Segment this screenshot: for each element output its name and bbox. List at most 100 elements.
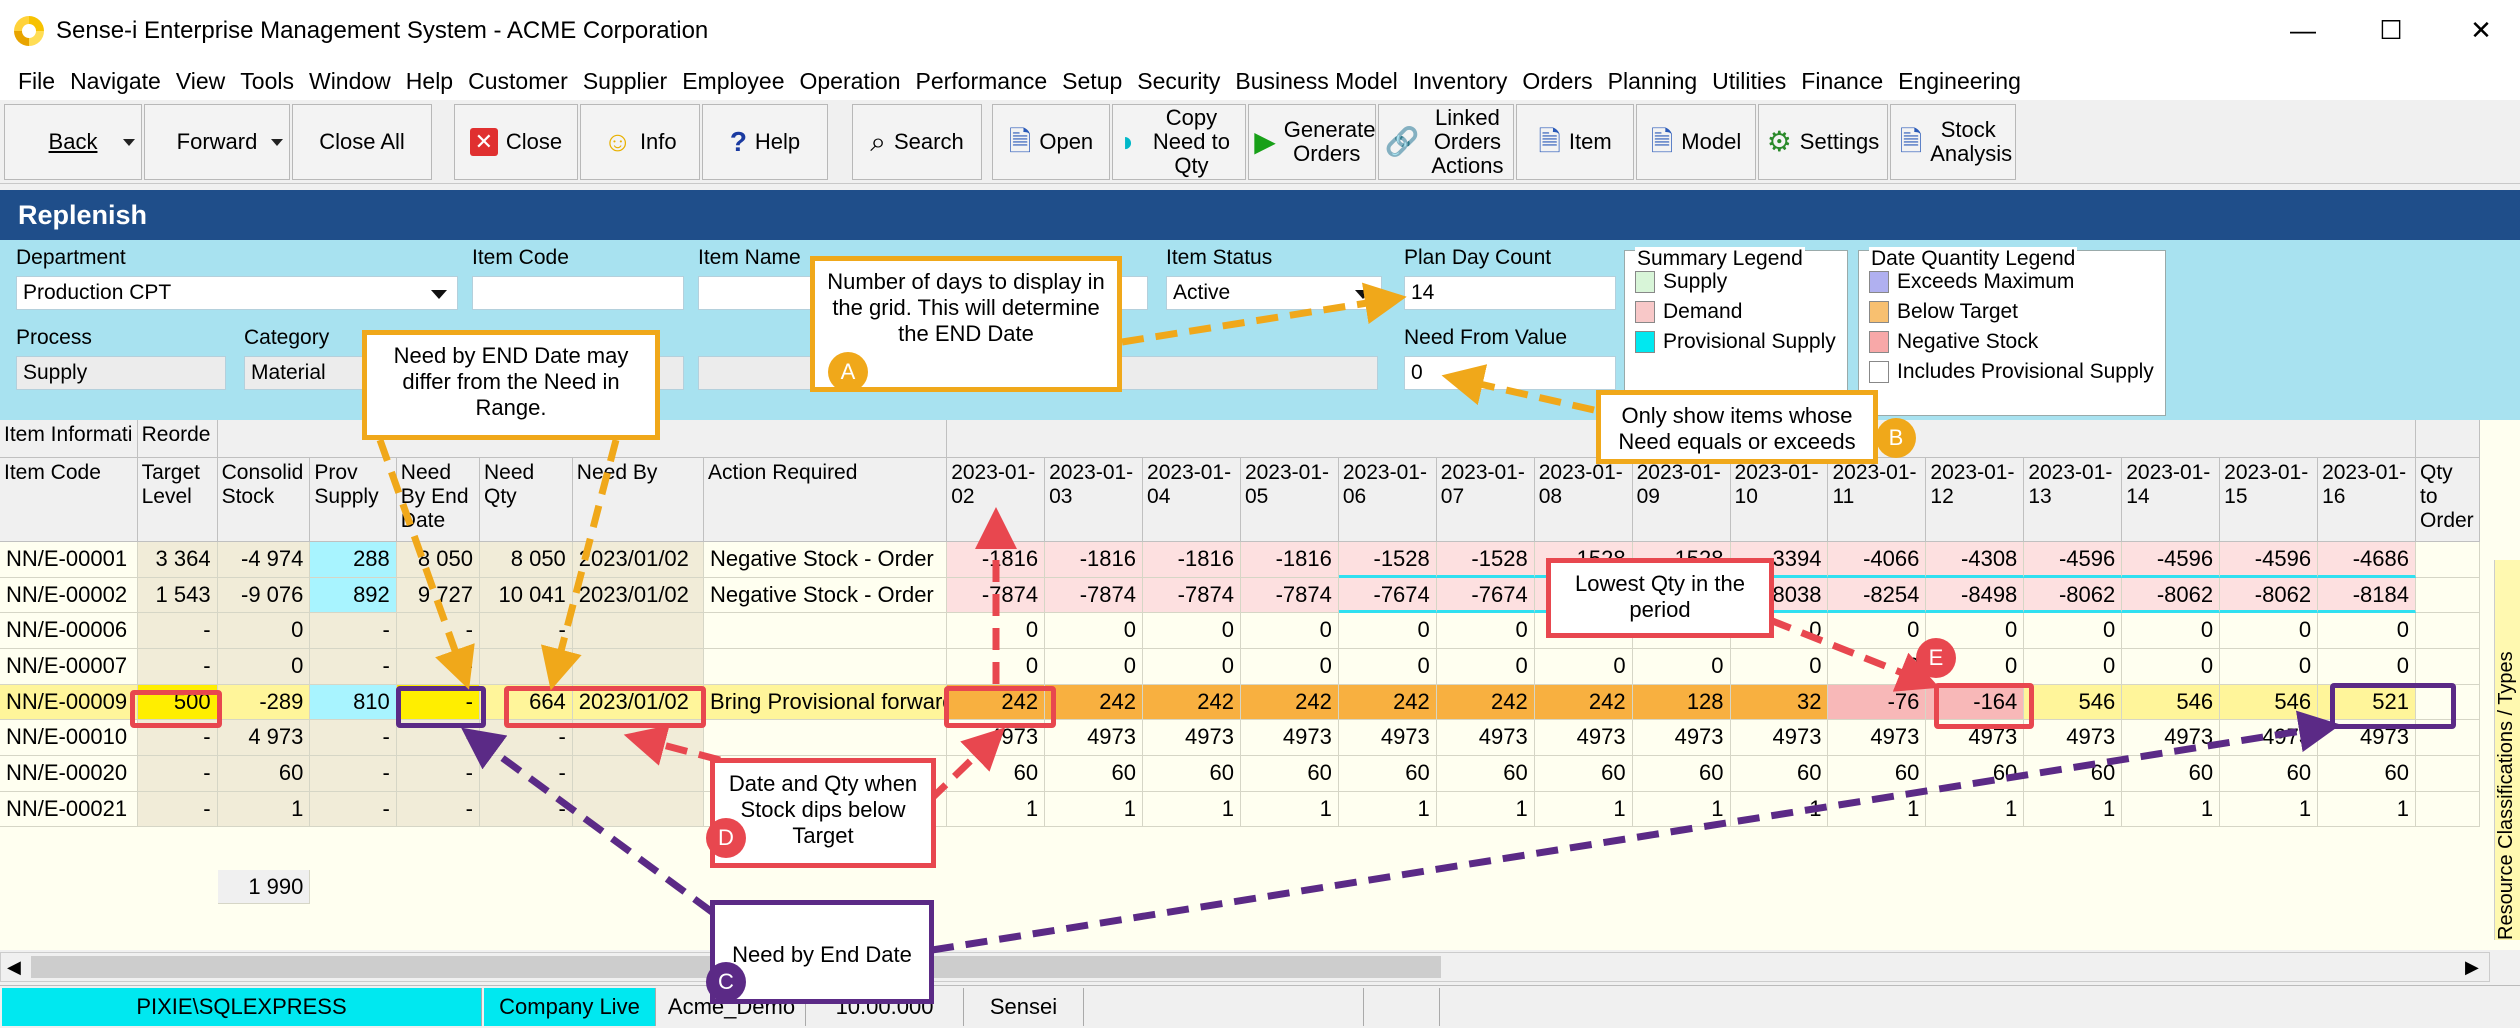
cell-need_by[interactable]: 2023/01/02: [572, 577, 704, 614]
col-header-action[interactable]: Action Required: [704, 458, 948, 542]
cell-need_end[interactable]: -: [396, 649, 480, 685]
cell-day-qty[interactable]: 60: [2122, 756, 2221, 792]
cell-action[interactable]: Bring Provisional forward: [704, 684, 948, 721]
cell-day-qty[interactable]: -8062: [2122, 577, 2221, 614]
menu-item-inventory[interactable]: Inventory: [1409, 68, 1519, 95]
col-header-date[interactable]: 2023-01-13: [2024, 458, 2123, 542]
menu-item-customer[interactable]: Customer: [464, 68, 579, 95]
cell-day-qty[interactable]: 0: [2024, 649, 2123, 685]
cell-day-qty[interactable]: 1: [1338, 791, 1437, 828]
cell-day-qty[interactable]: 60: [1338, 756, 1437, 792]
cell-day-qty[interactable]: 1: [1045, 791, 1144, 828]
cell-day-qty[interactable]: 4973: [1730, 720, 1829, 757]
cell-need_by[interactable]: 2023/01/02: [572, 542, 704, 578]
scroll-right-icon[interactable]: ▶: [2465, 957, 2479, 978]
col-header-date[interactable]: 2023-01-12: [1926, 458, 2025, 542]
cell-item_code[interactable]: NN/E-00010: [0, 720, 138, 757]
cell-day-qty[interactable]: 0: [1143, 649, 1241, 685]
cell-day-qty[interactable]: 0: [1534, 649, 1633, 685]
cell-need_end[interactable]: -: [396, 756, 480, 792]
cell-day-qty[interactable]: 242: [1534, 684, 1633, 721]
col-header-date[interactable]: 2023-01-16: [2318, 458, 2416, 542]
cell-day-qty[interactable]: 0: [1436, 613, 1535, 650]
cell-day-qty[interactable]: -1816: [947, 542, 1046, 578]
back-button[interactable]: Back: [4, 104, 142, 180]
cell-qty-to-order[interactable]: [2416, 756, 2480, 792]
cell-qty-to-order[interactable]: [2416, 791, 2480, 828]
menu-item-file[interactable]: File: [14, 68, 66, 95]
cell-day-qty[interactable]: 1: [1240, 791, 1339, 828]
cell-day-qty[interactable]: 32: [1730, 684, 1829, 721]
back-dropdown-icon[interactable]: [123, 139, 135, 146]
cell-day-qty[interactable]: -7674: [1338, 577, 1437, 614]
item-button[interactable]: 🗎 Item: [1516, 104, 1634, 180]
minimize-button[interactable]: —: [2268, 10, 2338, 50]
cell-prov[interactable]: -: [310, 756, 397, 792]
menu-item-planning[interactable]: Planning: [1604, 68, 1709, 95]
cell-day-qty[interactable]: 60: [1632, 756, 1731, 792]
col-header-date[interactable]: 2023-01-05: [1240, 458, 1339, 542]
cell-day-qty[interactable]: -1816: [1240, 542, 1339, 578]
cell-day-qty[interactable]: 0: [1436, 649, 1535, 685]
col-header-consol[interactable]: Consolid Stock: [217, 458, 311, 542]
cell-need_by[interactable]: [572, 649, 704, 685]
col-header-date[interactable]: 2023-01-02: [947, 458, 1046, 542]
cell-day-qty[interactable]: 546: [2122, 684, 2221, 721]
cell-day-qty[interactable]: -7874: [1240, 577, 1339, 614]
cell-day-qty[interactable]: -7874: [1045, 577, 1144, 614]
cell-item_code[interactable]: NN/E-00006: [0, 613, 138, 650]
menu-item-performance[interactable]: Performance: [912, 68, 1059, 95]
cell-day-qty[interactable]: 0: [2122, 613, 2221, 650]
cell-day-qty[interactable]: 128: [1632, 684, 1731, 721]
cell-target[interactable]: -: [137, 791, 218, 828]
cell-action[interactable]: [704, 613, 948, 650]
cell-target[interactable]: -: [137, 756, 218, 792]
menu-item-window[interactable]: Window: [305, 68, 402, 95]
cell-item_code[interactable]: NN/E-00001: [0, 542, 138, 578]
col-header-prov[interactable]: Prov Supply: [310, 458, 397, 542]
cell-day-qty[interactable]: 1: [947, 791, 1046, 828]
menu-item-help[interactable]: Help: [402, 68, 464, 95]
cell-item_code[interactable]: NN/E-00020: [0, 756, 138, 792]
cell-day-qty[interactable]: 60: [1436, 756, 1535, 792]
cell-day-qty[interactable]: -8498: [1926, 577, 2025, 614]
process-input[interactable]: Supply: [16, 356, 226, 390]
cell-day-qty[interactable]: 1: [1730, 791, 1829, 828]
cell-consol[interactable]: -9 076: [217, 577, 311, 614]
cell-day-qty[interactable]: 1: [1632, 791, 1731, 828]
menu-item-engineering[interactable]: Engineering: [1894, 68, 2032, 95]
cell-day-qty[interactable]: 0: [1045, 613, 1144, 650]
menu-item-business-model[interactable]: Business Model: [1231, 68, 1408, 95]
menu-item-view[interactable]: View: [172, 68, 236, 95]
col-header-target[interactable]: Target Level: [137, 458, 218, 542]
cell-need_qty[interactable]: -: [480, 756, 573, 792]
cell-need_by[interactable]: [572, 791, 704, 828]
menu-item-navigate[interactable]: Navigate: [66, 68, 172, 95]
col-header-date[interactable]: 2023-01-11: [1828, 458, 1927, 542]
col-header-qty-to-order[interactable]: Qty to Order: [2416, 458, 2480, 542]
menu-item-utilities[interactable]: Utilities: [1708, 68, 1797, 95]
cell-day-qty[interactable]: -7674: [1436, 577, 1535, 614]
cell-day-qty[interactable]: 0: [1045, 649, 1144, 685]
cell-day-qty[interactable]: 0: [1632, 649, 1731, 685]
col-header-date[interactable]: 2023-01-09: [1632, 458, 1731, 542]
cell-day-qty[interactable]: 4973: [1632, 720, 1731, 757]
col-header-date[interactable]: 2023-01-15: [2220, 458, 2319, 542]
cell-day-qty[interactable]: 0: [1240, 649, 1339, 685]
cell-day-qty[interactable]: 0: [2024, 613, 2123, 650]
close-window-button[interactable]: ✕: [2446, 10, 2516, 50]
cell-day-qty[interactable]: 4973: [2024, 720, 2123, 757]
cell-day-qty[interactable]: 242: [1436, 684, 1535, 721]
cell-prov[interactable]: -: [310, 649, 397, 685]
cell-need_end[interactable]: 8 050: [396, 542, 480, 578]
cell-day-qty[interactable]: 0: [2220, 613, 2319, 650]
cell-day-qty[interactable]: -76: [1828, 684, 1927, 721]
cell-need_qty[interactable]: 8 050: [480, 542, 573, 578]
cell-day-qty[interactable]: 0: [947, 649, 1046, 685]
cell-day-qty[interactable]: 60: [1730, 756, 1829, 792]
item-status-select[interactable]: Active: [1166, 276, 1382, 310]
cell-action[interactable]: Negative Stock - Order: [704, 577, 948, 614]
cell-prov[interactable]: -: [310, 720, 397, 757]
cell-day-qty[interactable]: 242: [1045, 684, 1144, 721]
menu-item-setup[interactable]: Setup: [1058, 68, 1133, 95]
